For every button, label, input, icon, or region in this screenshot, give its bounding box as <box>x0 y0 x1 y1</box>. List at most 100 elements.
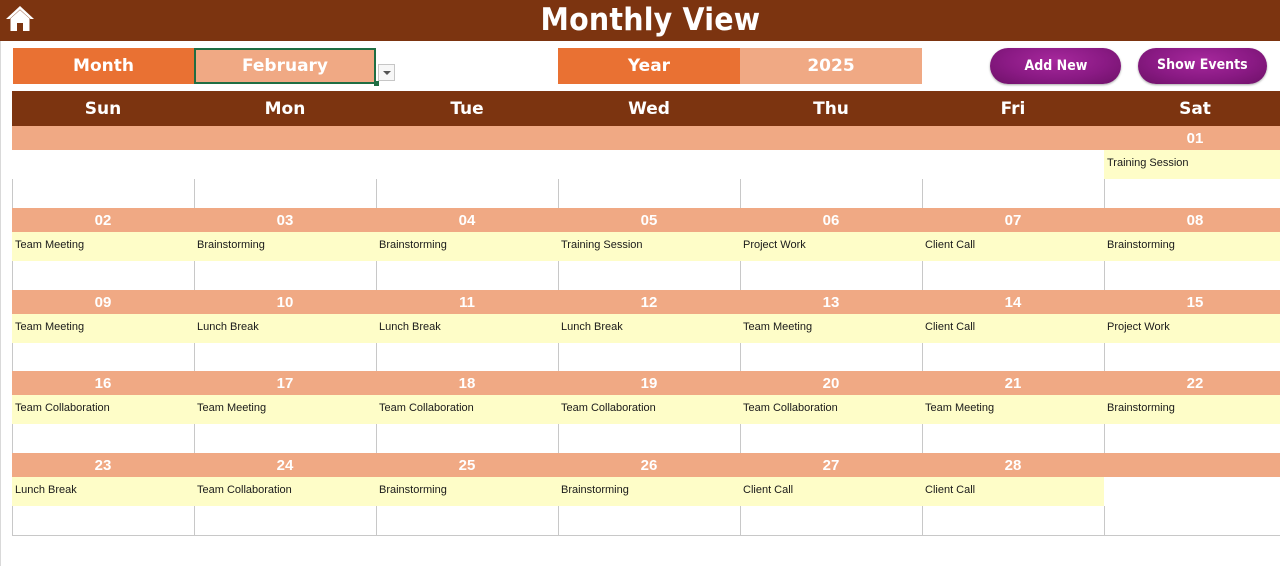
event-item[interactable]: Client Call <box>922 314 1104 343</box>
event-item[interactable]: Training Session <box>558 232 740 261</box>
day-cell[interactable]: 10 Lunch Break <box>194 290 376 372</box>
date-number: 17 <box>276 375 294 392</box>
day-cell[interactable]: 05 Training Session <box>558 208 740 290</box>
date-number: 27 <box>822 457 840 474</box>
date-number: 26 <box>640 457 658 474</box>
event-item[interactable]: Training Session <box>1104 150 1280 179</box>
day-cell[interactable] <box>740 126 922 208</box>
event-item[interactable]: Team Collaboration <box>194 477 376 506</box>
event-item[interactable]: Lunch Break <box>558 314 740 343</box>
event-item[interactable]: Team Meeting <box>922 395 1104 424</box>
day-cell[interactable]: 18 Team Collaboration <box>376 371 558 453</box>
day-cell[interactable]: 04 Brainstorming <box>376 208 558 290</box>
day-cell[interactable] <box>922 126 1104 208</box>
date-number: 13 <box>822 294 840 311</box>
event-item[interactable]: Team Collaboration <box>376 395 558 424</box>
date-number: 19 <box>640 375 658 392</box>
day-header-sat: Sat <box>1179 99 1211 119</box>
year-label: Year <box>558 48 740 84</box>
week-row: 16 Team Collaboration 17 Team Meeting 18 Team… <box>12 371 1280 453</box>
day-header-tue: Tue <box>450 99 484 119</box>
day-cell[interactable] <box>1104 453 1280 535</box>
day-cell[interactable]: 28 Client Call <box>922 453 1104 535</box>
date-number: 10 <box>276 294 294 311</box>
event-item[interactable]: Brainstorming <box>558 477 740 506</box>
event-item[interactable]: Team Collaboration <box>12 395 194 424</box>
day-cell[interactable] <box>12 126 194 208</box>
show-events-label: Show Events <box>1157 57 1248 73</box>
event-item[interactable]: Team Meeting <box>194 395 376 424</box>
date-number: 18 <box>458 375 476 392</box>
event-item[interactable]: Team Meeting <box>740 314 922 343</box>
month-label: Month <box>13 48 194 84</box>
date-number: 21 <box>1004 375 1022 392</box>
day-cell[interactable]: 16 Team Collaboration <box>12 371 194 453</box>
event-item[interactable]: Brainstorming <box>376 477 558 506</box>
day-cell[interactable] <box>558 126 740 208</box>
event-item[interactable]: Lunch Break <box>12 477 194 506</box>
day-cell[interactable]: 19 Team Collaboration <box>558 371 740 453</box>
event-item[interactable]: Brainstorming <box>194 232 376 261</box>
event-item[interactable]: Client Call <box>740 477 922 506</box>
day-cell[interactable]: 13 Team Meeting <box>740 290 922 372</box>
add-new-label: Add New <box>1024 58 1087 74</box>
event-item[interactable]: Brainstorming <box>1104 395 1280 424</box>
event-item[interactable]: Client Call <box>922 232 1104 261</box>
date-number <box>194 126 376 150</box>
event-item[interactable]: Team Collaboration <box>558 395 740 424</box>
event-item[interactable]: Brainstorming <box>376 232 558 261</box>
event-item[interactable]: Team Meeting <box>12 232 194 261</box>
event-item[interactable]: Team Meeting <box>12 314 194 343</box>
day-cell[interactable]: 08 Brainstorming <box>1104 208 1280 290</box>
date-number <box>558 126 740 150</box>
add-new-button[interactable]: Add New <box>990 48 1121 84</box>
week-row: 09 Team Meeting 10 Lunch Break 11 Lunch Break… <box>12 290 1280 372</box>
day-cell[interactable]: 21 Team Meeting <box>922 371 1104 453</box>
month-dropdown-button[interactable] <box>378 64 395 81</box>
selection-fill-handle[interactable] <box>374 81 379 86</box>
event-item[interactable]: Team Collaboration <box>740 395 922 424</box>
month-select[interactable]: February <box>194 48 376 84</box>
grid-bottom-border <box>12 535 1280 536</box>
day-cell[interactable] <box>376 126 558 208</box>
event-item[interactable]: Client Call <box>922 477 1104 506</box>
week-row: 23 Lunch Break 24 Team Collaboration 25 Brain… <box>12 453 1280 535</box>
event-item[interactable]: Project Work <box>740 232 922 261</box>
event-item[interactable]: Lunch Break <box>194 314 376 343</box>
day-cell[interactable]: 03 Brainstorming <box>194 208 376 290</box>
empty-event-slot <box>1104 477 1280 506</box>
day-cell[interactable]: 15 Project Work <box>1104 290 1280 372</box>
date-number: 07 <box>1004 212 1022 229</box>
date-number <box>740 126 922 150</box>
day-cell[interactable]: 24 Team Collaboration <box>194 453 376 535</box>
day-cell[interactable]: 12 Lunch Break <box>558 290 740 372</box>
date-number: 25 <box>458 457 476 474</box>
event-item[interactable]: Project Work <box>1104 314 1280 343</box>
day-cell[interactable]: 26 Brainstorming <box>558 453 740 535</box>
year-input[interactable]: 2025 <box>740 48 922 84</box>
date-number: 16 <box>94 375 112 392</box>
day-cell[interactable]: 17 Team Meeting <box>194 371 376 453</box>
date-number: 23 <box>94 457 112 474</box>
day-cell[interactable]: 22 Brainstorming <box>1104 371 1280 453</box>
event-item[interactable]: Lunch Break <box>376 314 558 343</box>
show-events-button[interactable]: Show Events <box>1138 48 1267 84</box>
day-cell[interactable]: 11 Lunch Break <box>376 290 558 372</box>
date-number: 01 <box>1186 130 1204 147</box>
day-cell[interactable]: 27 Client Call <box>740 453 922 535</box>
day-cell[interactable]: 07 Client Call <box>922 208 1104 290</box>
date-number: 22 <box>1186 375 1204 392</box>
day-cell[interactable]: 06 Project Work <box>740 208 922 290</box>
day-cell[interactable]: 09 Team Meeting <box>12 290 194 372</box>
empty-event-slot <box>740 150 922 179</box>
day-cell[interactable]: 01 Training Session <box>1104 126 1280 208</box>
day-cell[interactable]: 02 Team Meeting <box>12 208 194 290</box>
page-title: Monthly View <box>0 0 1280 41</box>
day-cell[interactable]: 20 Team Collaboration <box>740 371 922 453</box>
date-number: 08 <box>1186 212 1204 229</box>
day-cell[interactable]: 25 Brainstorming <box>376 453 558 535</box>
event-item[interactable]: Brainstorming <box>1104 232 1280 261</box>
day-cell[interactable]: 14 Client Call <box>922 290 1104 372</box>
day-cell[interactable] <box>194 126 376 208</box>
day-cell[interactable]: 23 Lunch Break <box>12 453 194 535</box>
